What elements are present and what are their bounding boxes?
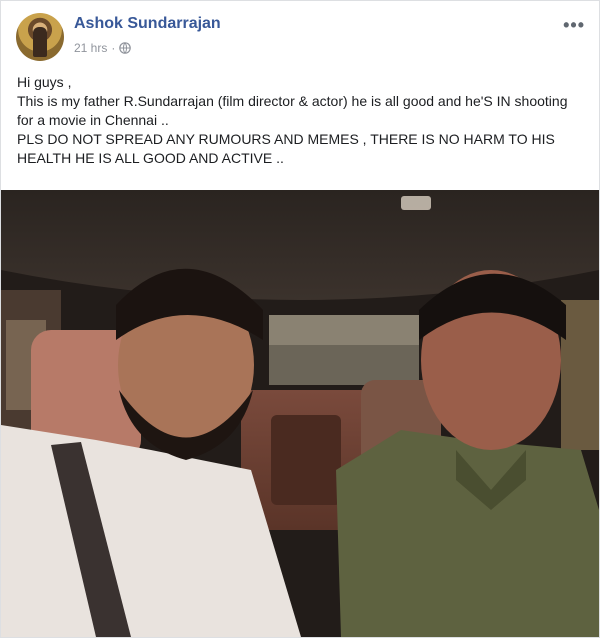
post-photo[interactable] xyxy=(1,190,599,637)
post-header: Ashok Sundarrajan 21 hrs · ••• xyxy=(1,1,599,63)
post-text-line: This is my father R.Sundarrajan (film di… xyxy=(17,93,568,128)
author-avatar[interactable] xyxy=(16,13,64,61)
post-text-line: PLS DO NOT SPREAD ANY RUMOURS AND MEMES … xyxy=(17,131,555,166)
author-name[interactable]: Ashok Sundarrajan xyxy=(74,15,221,33)
facebook-post: Ashok Sundarrajan 21 hrs · ••• Hi guys ,… xyxy=(0,0,600,638)
ellipsis-icon[interactable]: ••• xyxy=(563,15,585,36)
post-time[interactable]: 21 hrs xyxy=(74,41,107,55)
globe-icon[interactable] xyxy=(119,42,132,54)
post-text-line: Hi guys , xyxy=(17,74,72,90)
post-text: Hi guys , This is my father R.Sundarraja… xyxy=(17,73,587,168)
meta-separator: · xyxy=(111,41,116,55)
post-meta: 21 hrs · xyxy=(74,41,132,55)
